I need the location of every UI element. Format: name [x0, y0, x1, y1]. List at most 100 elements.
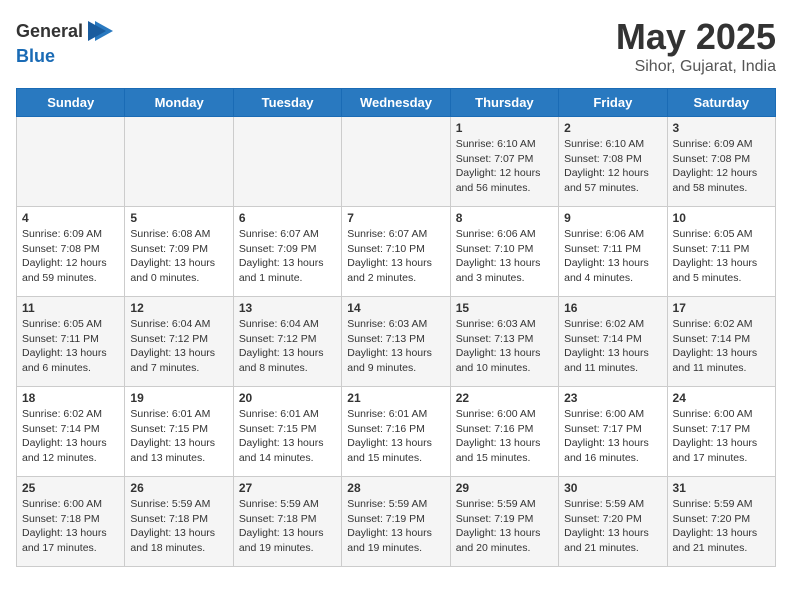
day-number: 8 — [456, 211, 553, 225]
calendar-cell: 11Sunrise: 6:05 AMSunset: 7:11 PMDayligh… — [17, 297, 125, 387]
day-header-saturday: Saturday — [667, 89, 775, 117]
day-number: 18 — [22, 391, 119, 405]
day-number: 4 — [22, 211, 119, 225]
cell-content: Sunrise: 6:01 AMSunset: 7:16 PMDaylight:… — [347, 407, 444, 466]
day-number: 14 — [347, 301, 444, 315]
day-number: 11 — [22, 301, 119, 315]
cell-content: Sunrise: 6:01 AMSunset: 7:15 PMDaylight:… — [130, 407, 227, 466]
day-header-friday: Friday — [559, 89, 667, 117]
day-number: 19 — [130, 391, 227, 405]
calendar-cell: 8 Sunrise: 6:06 AMSunset: 7:10 PMDaylight… — [450, 207, 558, 297]
cell-content: Sunrise: 5:59 AMSunset: 7:18 PMDaylight:… — [130, 497, 227, 556]
day-number: 26 — [130, 481, 227, 495]
calendar-header-row: SundayMondayTuesdayWednesdayThursdayFrid… — [17, 89, 776, 117]
day-number: 13 — [239, 301, 336, 315]
cell-content: Sunrise: 6:00 AMSunset: 7:16 PMDaylight:… — [456, 407, 553, 466]
calendar-table: SundayMondayTuesdayWednesdayThursdayFrid… — [16, 88, 776, 567]
cell-content: Sunrise: 6:00 AMSunset: 7:17 PMDaylight:… — [564, 407, 661, 466]
header: General Blue May 2025 Sihor, Gujarat, In… — [16, 16, 776, 76]
cell-content: Sunrise: 6:00 AMSunset: 7:17 PMDaylight:… — [673, 407, 770, 466]
calendar-cell: 13 Sunrise: 6:04 AMSunset: 7:12 PMDayligh… — [233, 297, 341, 387]
day-number: 6 — [239, 211, 336, 225]
day-header-monday: Monday — [125, 89, 233, 117]
day-number: 5 — [130, 211, 227, 225]
day-number: 9 — [564, 211, 661, 225]
day-number: 3 — [673, 121, 770, 135]
calendar-cell: 19 Sunrise: 6:01 AMSunset: 7:15 PMDayligh… — [125, 387, 233, 477]
week-row-5: 25 Sunrise: 6:00 AMSunset: 7:18 PMDayligh… — [17, 477, 776, 567]
cell-content: Sunrise: 6:10 AMSunset: 7:07 PMDaylight:… — [456, 137, 553, 196]
day-number: 20 — [239, 391, 336, 405]
title-area: May 2025 Sihor, Gujarat, India — [616, 16, 776, 76]
cell-content: Sunrise: 6:07 AMSunset: 7:10 PMDaylight:… — [347, 227, 444, 286]
cell-content: Sunrise: 6:02 AMSunset: 7:14 PMDaylight:… — [564, 317, 661, 376]
calendar-cell: 10 Sunrise: 6:05 AMSunset: 7:11 PMDayligh… — [667, 207, 775, 297]
calendar-cell: 23 Sunrise: 6:00 AMSunset: 7:17 PMDayligh… — [559, 387, 667, 477]
cell-content: Sunrise: 6:01 AMSunset: 7:15 PMDaylight:… — [239, 407, 336, 466]
logo-general: General — [16, 21, 83, 42]
calendar-cell: 14 Sunrise: 6:03 AMSunset: 7:13 PMDayligh… — [342, 297, 450, 387]
logo: General Blue — [16, 16, 115, 67]
cell-content: Sunrise: 6:02 AMSunset: 7:14 PMDaylight:… — [673, 317, 770, 376]
week-row-1: 1Sunrise: 6:10 AMSunset: 7:07 PMDaylight… — [17, 117, 776, 207]
cell-content: Sunrise: 6:08 AMSunset: 7:09 PMDaylight:… — [130, 227, 227, 286]
cell-content: Sunrise: 6:03 AMSunset: 7:13 PMDaylight:… — [347, 317, 444, 376]
calendar-cell: 6 Sunrise: 6:07 AMSunset: 7:09 PMDaylight… — [233, 207, 341, 297]
calendar-cell — [125, 117, 233, 207]
cell-content: Sunrise: 6:09 AMSunset: 7:08 PMDaylight:… — [22, 227, 119, 286]
day-number: 7 — [347, 211, 444, 225]
cell-content: Sunrise: 6:00 AMSunset: 7:18 PMDaylight:… — [22, 497, 119, 556]
subtitle: Sihor, Gujarat, India — [616, 58, 776, 76]
day-header-thursday: Thursday — [450, 89, 558, 117]
calendar-cell: 24 Sunrise: 6:00 AMSunset: 7:17 PMDayligh… — [667, 387, 775, 477]
calendar-cell: 15Sunrise: 6:03 AMSunset: 7:13 PMDayligh… — [450, 297, 558, 387]
day-number: 29 — [456, 481, 553, 495]
day-number: 17 — [673, 301, 770, 315]
calendar-cell — [17, 117, 125, 207]
day-number: 2 — [564, 121, 661, 135]
day-number: 25 — [22, 481, 119, 495]
cell-content: Sunrise: 5:59 AMSunset: 7:19 PMDaylight:… — [456, 497, 553, 556]
cell-content: Sunrise: 5:59 AMSunset: 7:18 PMDaylight:… — [239, 497, 336, 556]
calendar-body: 1Sunrise: 6:10 AMSunset: 7:07 PMDaylight… — [17, 117, 776, 567]
day-number: 16 — [564, 301, 661, 315]
day-number: 24 — [673, 391, 770, 405]
calendar-cell — [342, 117, 450, 207]
cell-content: Sunrise: 6:06 AMSunset: 7:11 PMDaylight:… — [564, 227, 661, 286]
calendar-cell: 21 Sunrise: 6:01 AMSunset: 7:16 PMDayligh… — [342, 387, 450, 477]
cell-content: Sunrise: 6:05 AMSunset: 7:11 PMDaylight:… — [673, 227, 770, 286]
day-number: 21 — [347, 391, 444, 405]
calendar-cell: 3Sunrise: 6:09 AMSunset: 7:08 PMDaylight… — [667, 117, 775, 207]
cell-content: Sunrise: 5:59 AMSunset: 7:20 PMDaylight:… — [673, 497, 770, 556]
calendar-cell: 16 Sunrise: 6:02 AMSunset: 7:14 PMDayligh… — [559, 297, 667, 387]
cell-content: Sunrise: 5:59 AMSunset: 7:20 PMDaylight:… — [564, 497, 661, 556]
calendar-cell: 7 Sunrise: 6:07 AMSunset: 7:10 PMDaylight… — [342, 207, 450, 297]
calendar-cell: 22Sunrise: 6:00 AMSunset: 7:16 PMDayligh… — [450, 387, 558, 477]
calendar-cell: 26 Sunrise: 5:59 AMSunset: 7:18 PMDayligh… — [125, 477, 233, 567]
day-header-sunday: Sunday — [17, 89, 125, 117]
week-row-3: 11Sunrise: 6:05 AMSunset: 7:11 PMDayligh… — [17, 297, 776, 387]
day-number: 23 — [564, 391, 661, 405]
cell-content: Sunrise: 6:04 AMSunset: 7:12 PMDaylight:… — [130, 317, 227, 376]
cell-content: Sunrise: 6:04 AMSunset: 7:12 PMDaylight:… — [239, 317, 336, 376]
calendar-cell: 2 Sunrise: 6:10 AMSunset: 7:08 PMDaylight… — [559, 117, 667, 207]
cell-content: Sunrise: 6:06 AMSunset: 7:10 PMDaylight:… — [456, 227, 553, 286]
week-row-4: 18Sunrise: 6:02 AMSunset: 7:14 PMDayligh… — [17, 387, 776, 477]
calendar-cell: 31 Sunrise: 5:59 AMSunset: 7:20 PMDayligh… — [667, 477, 775, 567]
calendar-cell: 18Sunrise: 6:02 AMSunset: 7:14 PMDayligh… — [17, 387, 125, 477]
calendar-cell: 20 Sunrise: 6:01 AMSunset: 7:15 PMDayligh… — [233, 387, 341, 477]
calendar-cell: 4 Sunrise: 6:09 AMSunset: 7:08 PMDaylight… — [17, 207, 125, 297]
cell-content: Sunrise: 6:07 AMSunset: 7:09 PMDaylight:… — [239, 227, 336, 286]
main-title: May 2025 — [616, 16, 776, 58]
cell-content: Sunrise: 6:10 AMSunset: 7:08 PMDaylight:… — [564, 137, 661, 196]
day-number: 10 — [673, 211, 770, 225]
calendar-cell: 12Sunrise: 6:04 AMSunset: 7:12 PMDayligh… — [125, 297, 233, 387]
calendar-cell: 1Sunrise: 6:10 AMSunset: 7:07 PMDaylight… — [450, 117, 558, 207]
day-number: 31 — [673, 481, 770, 495]
calendar-cell: 29 Sunrise: 5:59 AMSunset: 7:19 PMDayligh… — [450, 477, 558, 567]
day-number: 30 — [564, 481, 661, 495]
logo-blue: Blue — [16, 46, 55, 66]
calendar-cell: 17 Sunrise: 6:02 AMSunset: 7:14 PMDayligh… — [667, 297, 775, 387]
calendar-cell: 5 Sunrise: 6:08 AMSunset: 7:09 PMDaylight… — [125, 207, 233, 297]
day-number: 28 — [347, 481, 444, 495]
